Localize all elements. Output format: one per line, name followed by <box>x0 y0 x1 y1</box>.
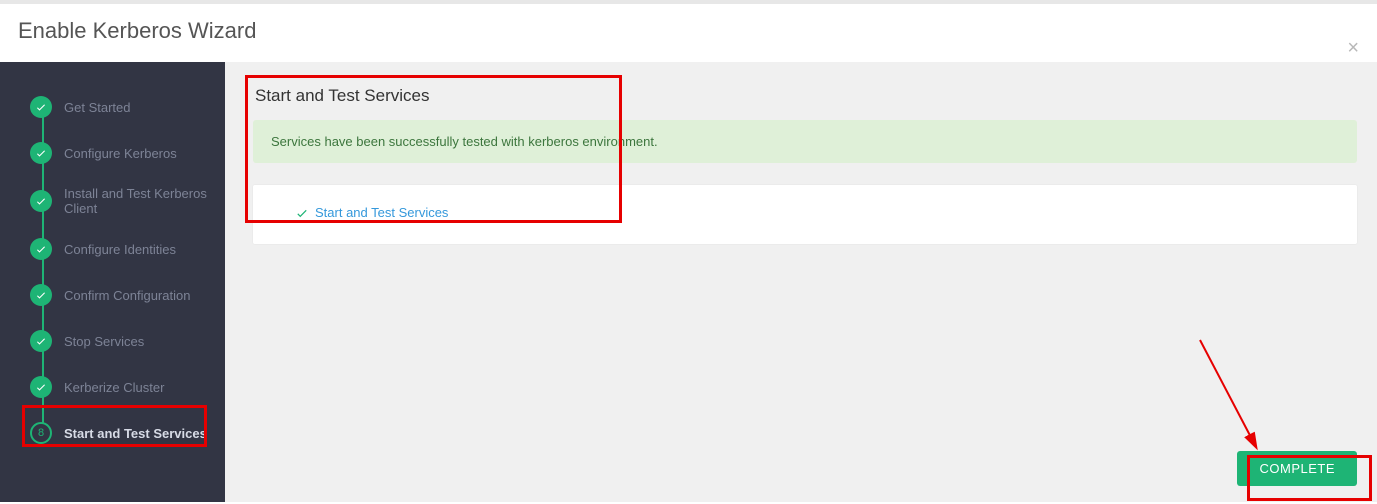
step-label: Configure Kerberos <box>64 146 211 161</box>
step-label: Install and Test Kerberos Client <box>64 186 211 216</box>
check-icon <box>30 238 52 260</box>
step-confirm-configuration[interactable]: Confirm Configuration <box>0 272 225 318</box>
wizard-main-panel: Start and Test Services Services have be… <box>225 62 1377 502</box>
task-panel: Start and Test Services <box>253 185 1357 244</box>
step-get-started[interactable]: Get Started <box>0 84 225 130</box>
check-icon <box>30 142 52 164</box>
step-label: Get Started <box>64 100 211 115</box>
wizard-step-list: Get Started Configure Kerberos Install a… <box>0 84 225 456</box>
step-stop-services[interactable]: Stop Services <box>0 318 225 364</box>
step-configure-identities[interactable]: Configure Identities <box>0 226 225 272</box>
step-label: Stop Services <box>64 334 211 349</box>
step-label: Confirm Configuration <box>64 288 211 303</box>
wizard-body: Get Started Configure Kerberos Install a… <box>0 62 1377 502</box>
check-icon <box>295 206 309 220</box>
success-alert-text: Services have been successfully tested w… <box>271 134 658 149</box>
close-icon[interactable]: × <box>1347 38 1359 58</box>
step-number-icon: 8 <box>30 422 52 444</box>
success-alert: Services have been successfully tested w… <box>253 120 1357 163</box>
check-icon <box>30 190 52 212</box>
task-link[interactable]: Start and Test Services <box>315 205 448 220</box>
step-label: Start and Test Services <box>64 426 211 441</box>
step-label: Kerberize Cluster <box>64 380 211 395</box>
step-configure-kerberos[interactable]: Configure Kerberos <box>0 130 225 176</box>
check-icon <box>30 284 52 306</box>
step-label: Configure Identities <box>64 242 211 257</box>
wizard-title: Enable Kerberos Wizard <box>18 18 1355 44</box>
step-kerberize-cluster[interactable]: Kerberize Cluster <box>0 364 225 410</box>
panel-title: Start and Test Services <box>255 86 1357 106</box>
check-icon <box>30 330 52 352</box>
wizard-sidebar: Get Started Configure Kerberos Install a… <box>0 62 225 502</box>
check-icon <box>30 376 52 398</box>
task-row[interactable]: Start and Test Services <box>295 205 1329 220</box>
check-icon <box>30 96 52 118</box>
wizard-header: Enable Kerberos Wizard × <box>0 4 1377 62</box>
step-install-test-client[interactable]: Install and Test Kerberos Client <box>0 176 225 226</box>
step-start-test-services[interactable]: 8 Start and Test Services <box>0 410 225 456</box>
complete-button[interactable]: COMPLETE <box>1237 451 1357 486</box>
wizard-footer: COMPLETE <box>253 443 1357 486</box>
